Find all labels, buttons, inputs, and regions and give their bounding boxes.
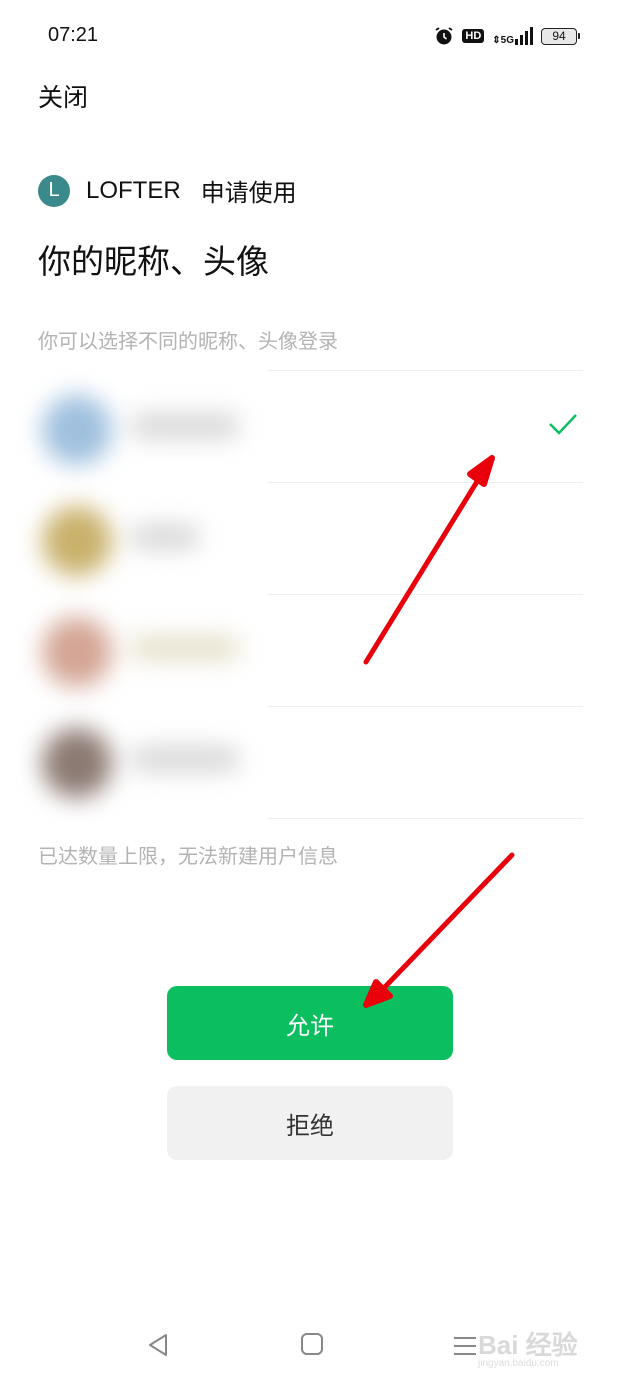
baidu-watermark: Bai 经验 jingyan.baidu.com (478, 1325, 578, 1369)
check-icon (549, 414, 577, 435)
account-item[interactable] (268, 594, 583, 706)
battery-level: 94 (541, 27, 577, 45)
back-icon[interactable] (146, 1332, 170, 1358)
5g-signal-icon: ⇕5G (492, 27, 533, 46)
battery-icon: 94 (541, 27, 580, 45)
page-subtitle: 你可以选择不同的昵称、头像登录 (38, 329, 338, 353)
account-item[interactable] (268, 482, 583, 594)
annotation-arrow-2 (363, 852, 515, 1008)
page-title: 你的昵称、头像 (38, 242, 269, 281)
status-icons: HD ⇕5G 94 (434, 26, 580, 46)
account-item[interactable] (268, 706, 583, 819)
alarm-icon (435, 27, 453, 45)
app-name: LOFTER (86, 176, 181, 204)
status-time: 07:21 (48, 24, 99, 46)
watermark-brand: Bai 经验 (478, 1330, 578, 1360)
allow-button[interactable]: 允许 (167, 986, 453, 1060)
app-request-text: 申请使用 (200, 179, 297, 207)
app-request-row: L LOFTER 申请使用 (38, 173, 297, 208)
hd-icon: HD (462, 29, 485, 43)
limit-note: 已达数量上限，无法新建用户信息 (38, 844, 338, 868)
network-label: 5G (500, 35, 514, 46)
lofter-logo-icon: L (38, 174, 70, 207)
menu-icon[interactable] (453, 1336, 477, 1356)
account-item[interactable] (268, 370, 583, 482)
home-icon[interactable] (300, 1332, 324, 1356)
close-button[interactable]: 关闭 (38, 78, 88, 114)
deny-button[interactable]: 拒绝 (167, 1086, 453, 1160)
account-list (20, 370, 583, 819)
